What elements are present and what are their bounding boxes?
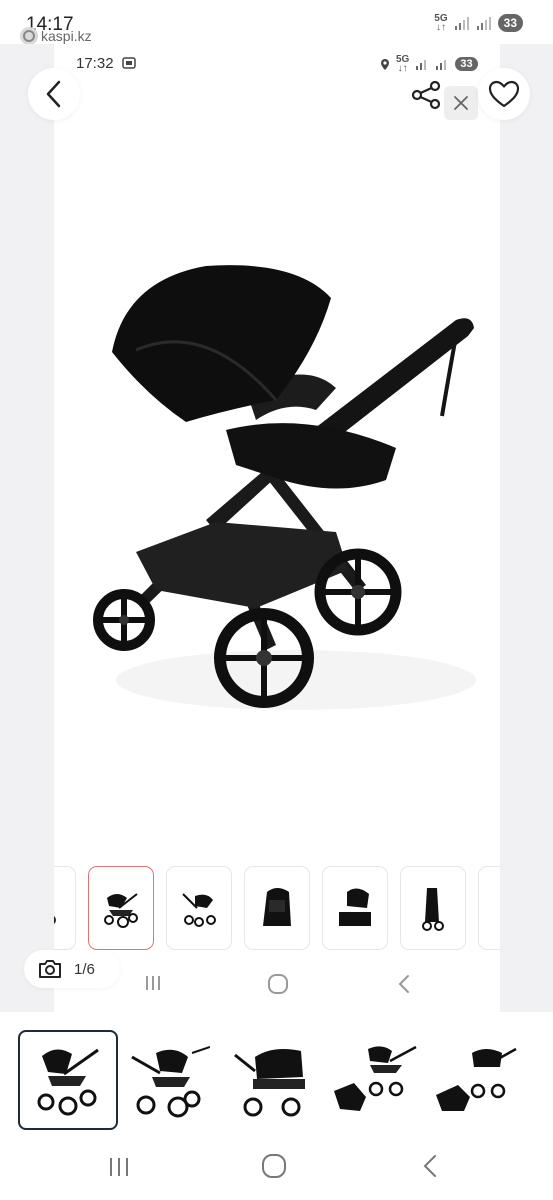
bottom-thumbnail[interactable] <box>428 1030 524 1128</box>
signal-icon-2 <box>476 17 491 30</box>
inner-signal-icon-2 <box>436 60 447 70</box>
close-icon <box>454 96 468 110</box>
inner-status-icons: 5G ↓↑ 33 <box>380 54 478 74</box>
outer-status-bar: 14:17 kaspi.kz 5G ↓↑ 33 <box>0 0 553 45</box>
bottom-thumbnail-active[interactable] <box>18 1030 118 1130</box>
bottom-thumbnail[interactable] <box>120 1030 216 1128</box>
signal-icon <box>454 17 469 30</box>
stroller-reverse-icon <box>131 1046 210 1118</box>
product-image[interactable] <box>76 240 486 740</box>
folded-stroller-thumb-icon <box>422 888 444 931</box>
inner-recents-button[interactable] <box>140 970 166 996</box>
gallery-thumbnail[interactable] <box>478 866 500 950</box>
stroller-thumb-icon <box>54 916 56 924</box>
share-icon <box>411 80 441 110</box>
bottom-thumbnail[interactable] <box>222 1030 318 1128</box>
bottom-thumbnail[interactable] <box>326 1030 422 1128</box>
inner-battery-icon: 33 <box>455 57 478 71</box>
nav-back-icon <box>398 975 409 993</box>
bassinet-thumb-icon <box>263 888 291 926</box>
inner-home-button[interactable] <box>264 970 292 998</box>
heart-icon <box>488 80 520 108</box>
favorite-button[interactable] <box>478 68 530 120</box>
stroller-thumb-icon <box>182 893 216 927</box>
gallery-thumbnail[interactable] <box>244 866 310 950</box>
recents-button[interactable] <box>104 1152 134 1182</box>
stroller-with-bassinet-icon <box>436 1047 517 1111</box>
outer-status-icons: 5G ↓↑ 33 <box>434 13 523 33</box>
recents-icon <box>146 976 160 990</box>
stroller-thumb-icon <box>104 893 138 928</box>
gallery-thumbnail[interactable] <box>400 866 466 950</box>
recents-icon <box>110 1158 128 1176</box>
back-button[interactable] <box>28 68 80 120</box>
stroller-main-icon <box>37 1048 99 1116</box>
gallery-thumbnail-active[interactable] <box>88 866 154 950</box>
inner-network-5g-icon: 5G ↓↑ <box>396 54 410 74</box>
battery-icon: 33 <box>497 14 523 32</box>
screenshot-indicator-icon <box>121 57 136 69</box>
home-button[interactable] <box>258 1150 290 1182</box>
bottom-thumbnail-row[interactable] <box>0 1030 553 1132</box>
inner-clock: 17:32 <box>76 55 136 72</box>
camera-icon <box>39 960 61 978</box>
location-icon <box>381 58 389 70</box>
back-nav-button[interactable] <box>416 1150 444 1182</box>
inner-signal-icon <box>416 60 427 70</box>
chevron-left-icon <box>46 80 61 108</box>
gallery-thumbnail[interactable] <box>54 866 76 950</box>
stroller-bassinet-icon <box>234 1049 305 1117</box>
app-source-label: kaspi.kz <box>20 27 92 45</box>
close-button[interactable] <box>444 86 478 120</box>
nav-back-icon <box>423 1155 436 1177</box>
photo-counter-pill[interactable]: 1/6 <box>24 950 120 988</box>
app-name: kaspi.kz <box>41 28 92 44</box>
home-icon <box>268 974 288 994</box>
share-button[interactable] <box>410 80 444 112</box>
stroller-with-seat-icon <box>334 1045 417 1111</box>
home-icon <box>262 1154 286 1178</box>
inner-back-button[interactable] <box>392 970 416 998</box>
image-counter: 1/6 <box>74 960 95 978</box>
network-5g-icon: 5G ↓↑ <box>434 13 448 33</box>
kaspi-logo-icon <box>20 27 38 45</box>
seat-thumb-icon <box>339 888 371 926</box>
gallery-thumbnail[interactable] <box>322 866 388 950</box>
gallery-thumbnail-strip[interactable] <box>54 866 500 952</box>
gallery-thumbnail[interactable] <box>166 866 232 950</box>
